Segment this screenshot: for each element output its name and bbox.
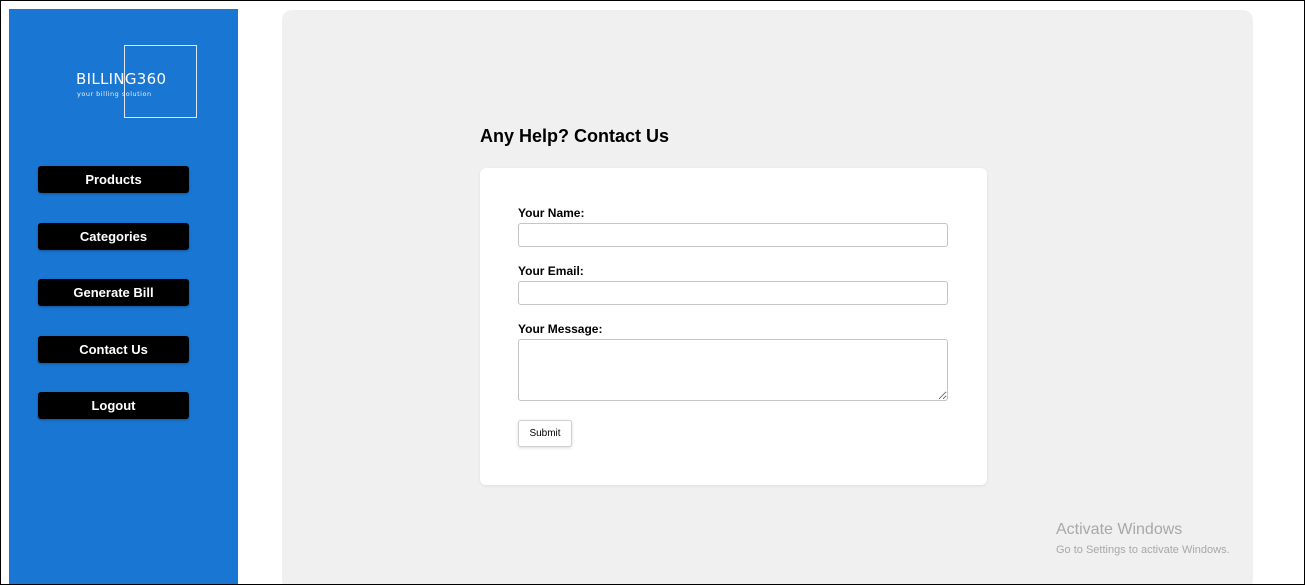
sidebar-item-products[interactable]: Products <box>38 166 189 193</box>
name-field[interactable] <box>518 223 948 247</box>
main-content: Any Help? Contact Us Your Name: Your Ema… <box>282 10 1253 584</box>
watermark-title: Activate Windows <box>1056 521 1183 538</box>
watermark-subtitle: Go to Settings to activate Windows. <box>1056 544 1230 556</box>
email-label: Your Email: <box>518 264 584 278</box>
sidebar-item-generate-bill[interactable]: Generate Bill <box>38 279 189 306</box>
brand-tagline: your billing solution <box>77 90 152 98</box>
sidebar-item-logout[interactable]: Logout <box>38 392 189 419</box>
brand-title: BILLING360 <box>76 70 167 88</box>
activate-windows-watermark: Activate Windows Go to Settings to activ… <box>1056 521 1230 556</box>
message-label: Your Message: <box>518 322 603 336</box>
sidebar-item-categories[interactable]: Categories <box>38 223 189 250</box>
sidebar-item-contact-us[interactable]: Contact Us <box>38 336 189 363</box>
submit-button[interactable]: Submit <box>518 420 572 447</box>
message-field[interactable] <box>518 339 948 401</box>
email-field[interactable] <box>518 281 948 305</box>
sidebar: BILLING360 your billing solution Product… <box>9 9 238 584</box>
contact-form: Your Name: Your Email: Your Message: Sub… <box>480 168 987 485</box>
app-frame: BILLING360 your billing solution Product… <box>0 0 1305 585</box>
page-title: Any Help? Contact Us <box>480 126 670 146</box>
name-label: Your Name: <box>518 206 585 220</box>
brand-logo: BILLING360 your billing solution <box>74 45 198 119</box>
